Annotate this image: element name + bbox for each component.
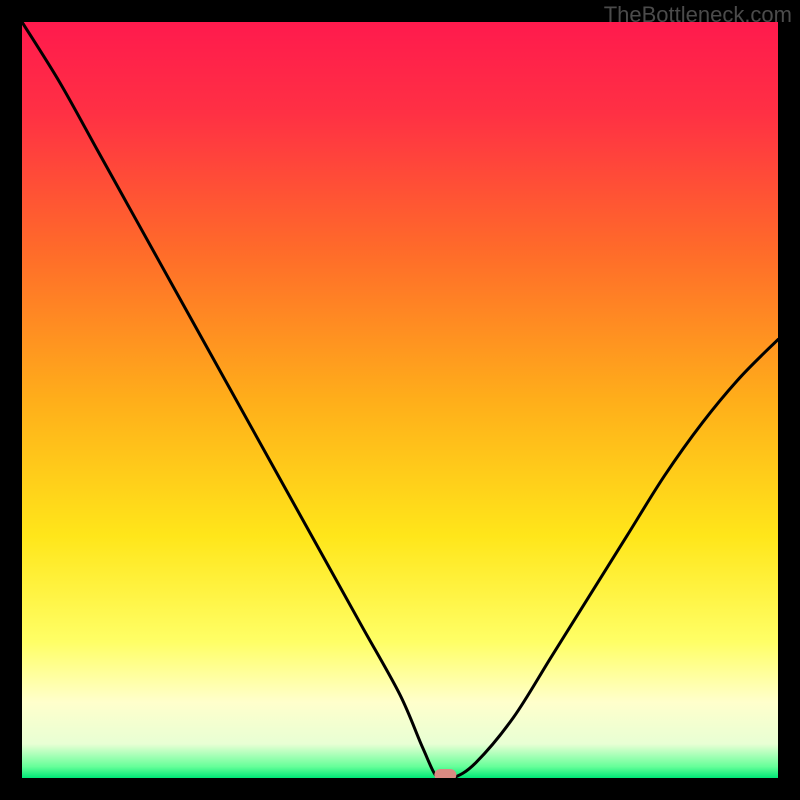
chart-frame [22, 22, 778, 778]
chart-background [22, 22, 778, 778]
watermark-text: TheBottleneck.com [604, 2, 792, 28]
optimal-marker [434, 769, 456, 778]
chart-svg [22, 22, 778, 778]
